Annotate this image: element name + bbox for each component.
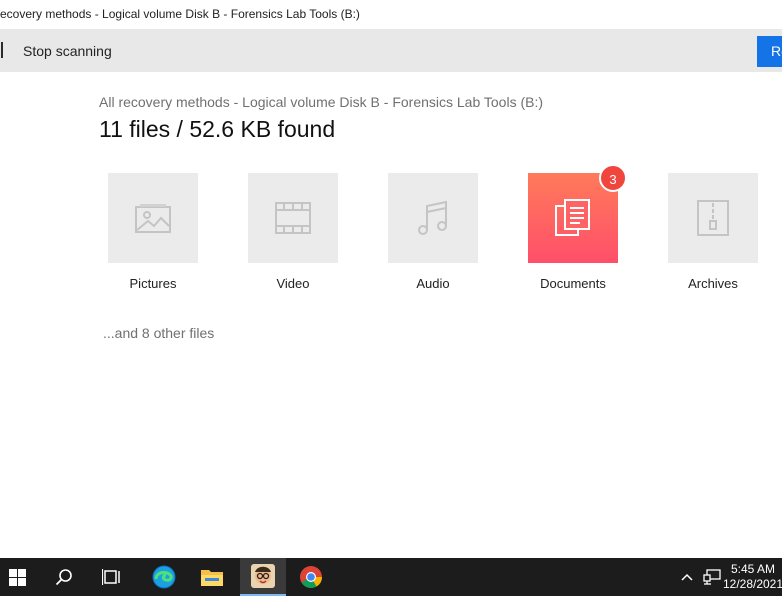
app-avatar-icon <box>251 564 275 588</box>
task-view-icon <box>102 569 120 585</box>
search-button[interactable] <box>41 558 87 596</box>
chrome-icon <box>300 566 322 588</box>
title-bar: ecovery methods - Logical volume Disk B … <box>0 0 782 29</box>
network-button[interactable] <box>701 558 723 596</box>
file-explorer-icon <box>201 570 223 586</box>
category-label: Documents <box>540 276 606 291</box>
other-files-link[interactable]: ...and 8 other files <box>103 325 214 341</box>
window-title: ecovery methods - Logical volume Disk B … <box>0 7 360 21</box>
toolbar: Stop scanning Re <box>0 29 782 72</box>
task-view-button[interactable] <box>89 558 135 596</box>
archive-zip-icon <box>697 200 729 236</box>
file-count-badge: 3 <box>599 164 627 192</box>
results-panel: All recovery methods - Logical volume Di… <box>0 72 782 558</box>
category-archives[interactable]: Archives <box>668 173 758 291</box>
category-documents[interactable]: 3 Documents <box>528 164 627 291</box>
category-video-tile[interactable] <box>248 173 338 263</box>
category-label: Audio <box>416 276 450 291</box>
chevron-up-icon <box>681 573 693 581</box>
edge-taskbar-button[interactable] <box>141 558 187 596</box>
film-icon <box>275 202 311 234</box>
search-icon <box>55 569 72 586</box>
page-title: 11 files / 52.6 KB found <box>99 116 336 142</box>
stop-scanning-button[interactable]: Stop scanning <box>15 37 120 65</box>
show-hidden-icons-button[interactable] <box>678 558 696 596</box>
recover-button[interactable]: Re <box>757 36 782 67</box>
stop-icon <box>1 42 3 58</box>
edge-icon <box>152 565 176 589</box>
file-explorer-taskbar-button[interactable] <box>189 558 235 596</box>
breadcrumb: All recovery methods - Logical volume Di… <box>99 94 544 110</box>
picture-icon <box>135 204 171 233</box>
clock-date: 12/28/2021 <box>722 577 782 591</box>
system-clock[interactable]: 5:45 AM 12/28/2021 <box>722 562 782 592</box>
category-video[interactable]: Video <box>248 173 338 291</box>
start-button[interactable] <box>0 558 40 596</box>
category-label: Pictures <box>129 276 177 291</box>
clock-time: 5:45 AM <box>730 562 776 576</box>
category-label: Archives <box>688 276 738 291</box>
taskbar: 5:45 AM 12/28/2021 <box>0 558 782 596</box>
windows-start-icon <box>8 568 26 586</box>
category-archives-tile[interactable] <box>668 173 758 263</box>
category-pictures[interactable]: Pictures <box>108 173 198 291</box>
category-label: Video <box>276 276 310 291</box>
documents-icon <box>555 199 590 236</box>
app-taskbar-button[interactable] <box>240 558 286 596</box>
category-audio-tile[interactable] <box>388 173 478 263</box>
category-audio[interactable]: Audio <box>388 173 478 291</box>
music-note-icon <box>418 200 447 235</box>
network-icon <box>703 569 721 585</box>
category-pictures-tile[interactable] <box>108 173 198 263</box>
chrome-taskbar-button[interactable] <box>288 558 334 596</box>
